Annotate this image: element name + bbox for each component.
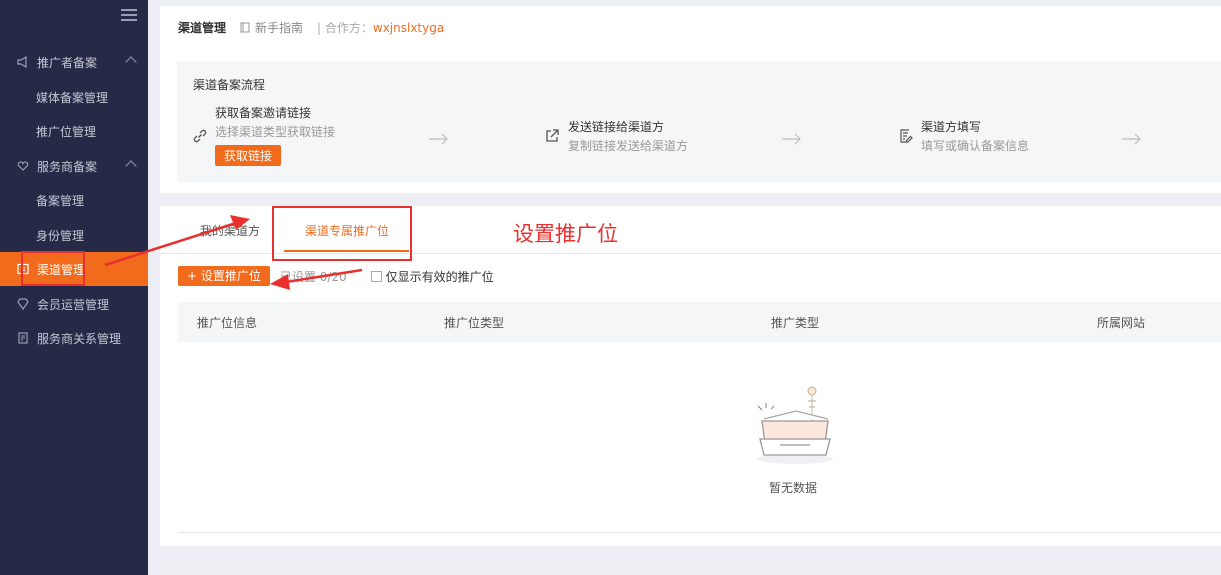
channel-process-card: 渠道管理 新手指南 | 合作方： wxjnslxtyga 渠道备案流程 获取备案… [160,6,1221,193]
table-header: 推广位信息 推广位类型 推广类型 所属网站 [178,302,1221,342]
flow-step-2: 发送链接给渠道方 复制链接发送给渠道方 [568,118,688,154]
share-icon [546,129,559,142]
step-title: 获取备案邀请链接 [215,106,312,120]
toolbar: + 设置推广位 已设置 0/20 仅显示有效的推广位 [178,266,494,286]
menu-toggle-icon[interactable] [121,9,137,22]
sidebar-group-provider[interactable]: 服务商备案 [0,149,148,183]
sidebar-item-media[interactable]: 媒体备案管理 [0,80,148,114]
step-desc: 复制链接发送给渠道方 [568,139,689,153]
heart-hand-icon [17,161,29,171]
column-header: 推广位信息 [197,316,258,330]
sidebar-item-identity[interactable]: 身份管理 [0,218,148,252]
flow-title: 渠道备案流程 [193,78,266,92]
sidebar-item-label: 会员运营管理 [37,298,110,312]
flow-step-3: 渠道方填写 填写或确认备案信息 [921,118,1029,154]
get-link-button[interactable]: 获取链接 [215,145,282,166]
sidebar-item-label: 备案管理 [36,194,85,208]
empty-box-icon [757,386,833,464]
arrow-right-icon [1122,133,1141,145]
arrow-right-icon [429,133,448,145]
step-desc: 填写或确认备案信息 [921,139,1030,153]
column-header: 推广位类型 [444,316,505,330]
sidebar-item-label: 媒体备案管理 [36,91,109,105]
step-title: 渠道方填写 [921,120,982,134]
guide-label: 新手指南 [255,21,304,35]
sidebar-item-label: 服务商关系管理 [37,332,122,346]
link-icon [193,129,207,143]
column-header: 所属网站 [1097,316,1146,330]
megaphone-icon [17,56,27,68]
adzone-count: 已设置 0/20 [279,269,347,284]
flow-step-1: 获取备案邀请链接 选择渠道类型获取链接 获取链接 [215,104,335,166]
chevron-up-icon [125,160,137,172]
sidebar-item-label: 身份管理 [36,229,85,243]
sidebar-group-promoter[interactable]: 推广者备案 [0,45,148,79]
tab-my-channels[interactable]: 我的渠道方 [200,222,260,239]
book-icon [240,22,250,33]
valid-only-checkbox[interactable] [370,270,382,282]
partner-label: | 合作方： [317,21,373,35]
sidebar-group-label: 服务商备案 [37,160,98,174]
empty-text: 暂无数据 [769,481,818,495]
annotation-box-tab [272,206,412,261]
annotation-box-sidebar [21,251,85,286]
guide-link[interactable]: 新手指南 [240,19,303,36]
valid-only-label[interactable]: 仅显示有效的推广位 [386,268,494,285]
column-header: 推广类型 [771,316,820,330]
diamond-icon [17,298,29,310]
sidebar-item-relation[interactable]: 服务商关系管理 [0,321,148,355]
breadcrumb: 渠道管理 新手指南 | 合作方： wxjnslxtyga [178,19,444,36]
step-desc: 选择渠道类型获取链接 [215,125,336,139]
partner-value: wxjnslxtyga [372,20,445,35]
page-title: 渠道管理 [178,21,227,35]
step-title: 发送链接给渠道方 [568,120,665,134]
add-adzone-button[interactable]: + 设置推广位 [178,266,270,286]
sidebar-item-member[interactable]: 会员运营管理 [0,287,148,321]
sidebar-item-filing[interactable]: 备案管理 [0,183,148,217]
sidebar: 推广者备案 媒体备案管理 推广位管理 服务商备案 备案管理 身份管理 渠道管理 … [0,0,148,575]
form-edit-icon [900,129,913,143]
annotation-label: 设置推广位 [513,222,618,246]
document-icon [18,332,28,344]
divider [178,532,1221,533]
sidebar-item-adzone[interactable]: 推广位管理 [0,114,148,148]
chevron-up-icon [125,56,137,68]
arrow-right-icon [782,133,801,145]
sidebar-item-label: 推广位管理 [36,125,97,139]
sidebar-group-label: 推广者备案 [37,56,98,70]
flow-panel: 渠道备案流程 获取备案邀请链接 选择渠道类型获取链接 获取链接 发送链接给渠道方… [177,61,1221,182]
